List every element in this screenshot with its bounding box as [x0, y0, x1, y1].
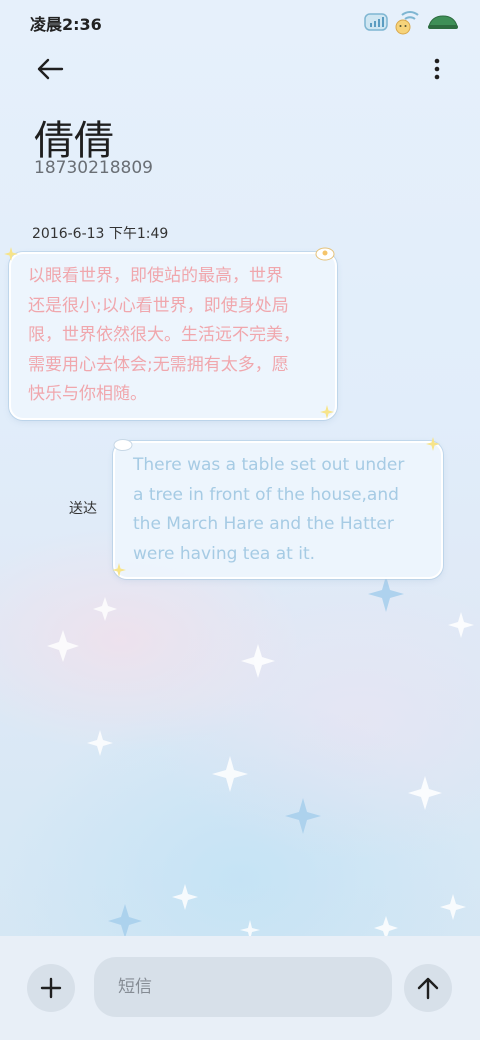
sparkle-star [408, 776, 442, 810]
status-time: 凌晨2:36 [30, 15, 102, 34]
message-line: 快乐与你相随。 [28, 384, 147, 404]
attach-button[interactable] [27, 964, 75, 1012]
message-line: were having tea at it. [133, 543, 316, 564]
message-timestamp: 2016-6-13 下午1:49 [32, 226, 169, 242]
delivery-status: 送达 [69, 501, 97, 517]
outgoing-message-text: There was a table set out under a tree i… [133, 451, 429, 569]
arrow-left-icon [37, 58, 64, 80]
send-button[interactable] [404, 964, 452, 1012]
more-vertical-icon [434, 58, 440, 80]
arrow-up-icon [417, 977, 439, 1000]
bubble-sparkle-icon [320, 405, 334, 419]
sparkle-star [440, 894, 466, 920]
sparkle-star [108, 904, 142, 938]
bubble-cloud-icon [315, 247, 335, 261]
bubble-cloud-icon [113, 439, 133, 451]
plus-icon [40, 977, 62, 999]
bubble-sparkle-icon [112, 563, 126, 577]
sparkle-star [212, 756, 248, 792]
battery-turtle-icon [428, 15, 458, 29]
sparkle-star [285, 798, 321, 834]
messaging-screen: 凌晨2:36 倩倩 18730218809 2016-6-13 下午1:49 以… [0, 0, 480, 1040]
message-line: 还是很小;以心看世界，即使身处局 [28, 295, 289, 316]
sparkle-star [47, 630, 79, 662]
bubble-sparkle-icon [4, 247, 18, 261]
message-line: 限，世界依然很大。生活远不完美， [28, 325, 300, 345]
message-line: 以眼看世界，即使站的最高，世界 [28, 266, 283, 286]
contact-number[interactable]: 18730218809 [34, 158, 153, 178]
back-button[interactable] [30, 52, 70, 86]
sparkle-star [172, 884, 198, 910]
outgoing-message-bubble[interactable]: There was a table set out under a tree i… [113, 441, 443, 579]
incoming-message-bubble[interactable]: 以眼看世界，即使站的最高，世界 还是很小;以心看世界，即使身处局 限，世界依然很… [9, 252, 337, 420]
sparkle-star [93, 597, 117, 621]
sparkle-star [241, 644, 275, 678]
message-line: a tree in front of the house,and [133, 484, 399, 505]
sparkle-star [368, 576, 404, 612]
sparkle-star [448, 612, 474, 638]
message-line: the March Hare and the Hatter [133, 514, 394, 534]
message-line: There was a table set out under [133, 455, 405, 475]
wifi-bear-icon [395, 11, 419, 35]
message-input[interactable] [94, 957, 392, 1017]
data-signal-icon [364, 13, 388, 31]
incoming-message-text: 以眼看世界，即使站的最高，世界 还是很小;以心看世界，即使身处局 限，世界依然很… [28, 262, 320, 410]
status-icons [364, 9, 460, 35]
bubble-sparkle-icon [426, 437, 440, 451]
message-line: 需要用心去体会;无需拥有太多，愿 [28, 354, 289, 375]
status-bar: 凌晨2:36 [0, 0, 480, 44]
sparkle-star [87, 730, 113, 756]
more-options-button[interactable] [430, 52, 444, 86]
